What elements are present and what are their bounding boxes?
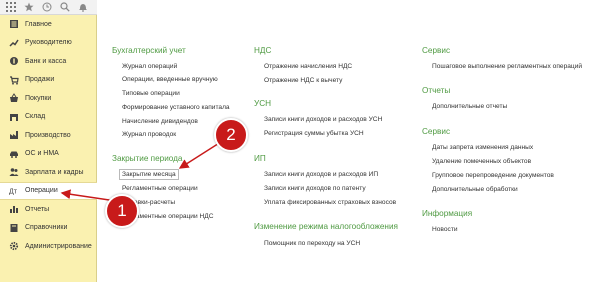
link-journal-operations[interactable]: Журнал операций [122,63,177,70]
car-icon [9,149,19,159]
link-group-reposting[interactable]: Групповое перепроведение документов [432,172,554,179]
link-manual-operations[interactable]: Операции, введенные вручную [122,76,218,83]
cart-icon [9,75,19,85]
coins-icon [9,56,19,66]
link-additional-reports[interactable]: Дополнительные отчеты [432,103,507,110]
grid-menu-icon[interactable] [6,2,16,12]
sidebar-item-home[interactable]: Главное [0,15,97,34]
star-icon[interactable] [24,2,34,12]
sidebar-item-label: Продажи [25,76,55,84]
group-title-service: Сервис [422,46,451,55]
link-usn-book-entries[interactable]: Записи книги доходов и расходов УСН [264,116,382,123]
group-title-ip: ИП [254,154,266,163]
chart-trend-icon [9,38,19,48]
sidebar-item-label: Руководителю [25,39,72,47]
sidebar-item-label: Справочники [25,224,68,232]
basket-icon [9,93,19,103]
link-typical-operations[interactable]: Типовые операции [122,90,180,97]
sidebar-item-label: Производство [25,131,71,139]
link-additional-processing[interactable]: Дополнительные обработки [432,186,518,193]
link-dividends[interactable]: Начисление дивидендов [122,118,198,125]
sidebar-item-chart-trend[interactable]: Руководителю [0,34,97,53]
sidebar-item-label: Зарплата и кадры [25,168,84,176]
link-vat-accrual[interactable]: Отражение начисления НДС [264,63,352,70]
group-title-usn: УСН [254,99,272,108]
link-stepwise-routine-operations[interactable]: Пошаговое выполнение регламентных операц… [432,63,582,70]
sidebar-item-coins[interactable]: Банк и касса [0,52,97,71]
sidebar-item-factory[interactable]: Производство [0,126,97,145]
link-news[interactable]: Новости [432,226,458,233]
group-title-accounting: Бухгалтерский учет [112,46,186,55]
sidebar-item-label: Банк и касса [25,57,67,65]
svg-text:Дт: Дт [9,188,18,195]
link-fixed-insurance-payments[interactable]: Уплата фиксированных страховых взносов [264,199,396,206]
sidebar-item-label: Главное [25,20,52,28]
history-icon[interactable] [42,2,52,12]
gear-icon [9,241,19,251]
link-usn-transition-assistant[interactable]: Помощник по переходу на УСН [264,240,360,247]
link-vat-deduction[interactable]: Отражение НДС к вычету [264,77,342,84]
link-routine-operations[interactable]: Регламентные операции [122,185,198,192]
sidebar-item-label: Администрирование [25,242,92,250]
link-delete-marked-objects[interactable]: Удаление помеченных объектов [432,158,531,165]
notification-bell-icon[interactable] [78,2,88,12]
sidebar-item-gear[interactable]: Администрирование [0,237,97,256]
link-usn-loss-registration[interactable]: Регистрация суммы убытка УСН [264,130,364,137]
book-icon [9,223,19,233]
group-title-period-close: Закрытие периода [112,154,183,163]
sidebar-item-people[interactable]: Зарплата и кадры [0,163,97,182]
sidebar-toolbar [0,0,97,15]
callout-badge-2: 2 [214,118,248,152]
link-month-close[interactable]: Закрытие месяца [119,169,179,180]
link-data-lock-dates[interactable]: Даты запрета изменения данных [432,144,533,151]
group-title-tax-regime-change: Изменение режима налогообложения [254,222,398,231]
factory-icon [9,130,19,140]
group-title-reports: Отчеты [422,86,451,95]
sidebar-item-basket[interactable]: Покупки [0,89,97,108]
warehouse-icon [9,112,19,122]
link-charter-capital[interactable]: Формирование уставного капитала [122,104,230,111]
callout-badge-1: 1 [105,194,139,228]
operations-icon: Дт [9,186,19,196]
section-list: Главное Руководителю Банк и касса Продажи По… [0,15,97,256]
home-icon [9,19,19,29]
group-title-service-2: Сервис [422,127,451,136]
sidebar-item-label: Покупки [25,94,52,102]
search-icon[interactable] [60,2,70,12]
sidebar-item-label: Склад [25,113,46,121]
sidebar-item-label: Отчеты [25,205,50,213]
link-postings-journal[interactable]: Журнал проводок [122,131,176,138]
people-icon [9,167,19,177]
sections-panel: Главное Руководителю Банк и касса Продажи По… [0,0,97,282]
sidebar-item-bar-chart[interactable]: Отчеты [0,200,97,219]
operations-panel: Бухгалтерский учет Журнал операций Опера… [98,0,600,282]
sidebar-item-warehouse[interactable]: Склад [0,108,97,127]
sidebar-item-operations[interactable]: Дт Операции [0,181,97,200]
link-ip-book-entries[interactable]: Записи книги доходов и расходов ИП [264,171,378,178]
bar-chart-icon [9,204,19,214]
group-title-information: Информация [422,209,473,218]
sidebar-item-cart[interactable]: Продажи [0,71,97,90]
group-title-vat: НДС [254,46,272,55]
sidebar-item-book[interactable]: Справочники [0,219,97,238]
sidebar-item-label: ОС и НМА [25,150,59,158]
link-patent-book-entries[interactable]: Записи книги доходов по патенту [264,185,366,192]
sidebar-item-label: Операции [25,187,58,195]
sidebar-item-car[interactable]: ОС и НМА [0,145,97,164]
